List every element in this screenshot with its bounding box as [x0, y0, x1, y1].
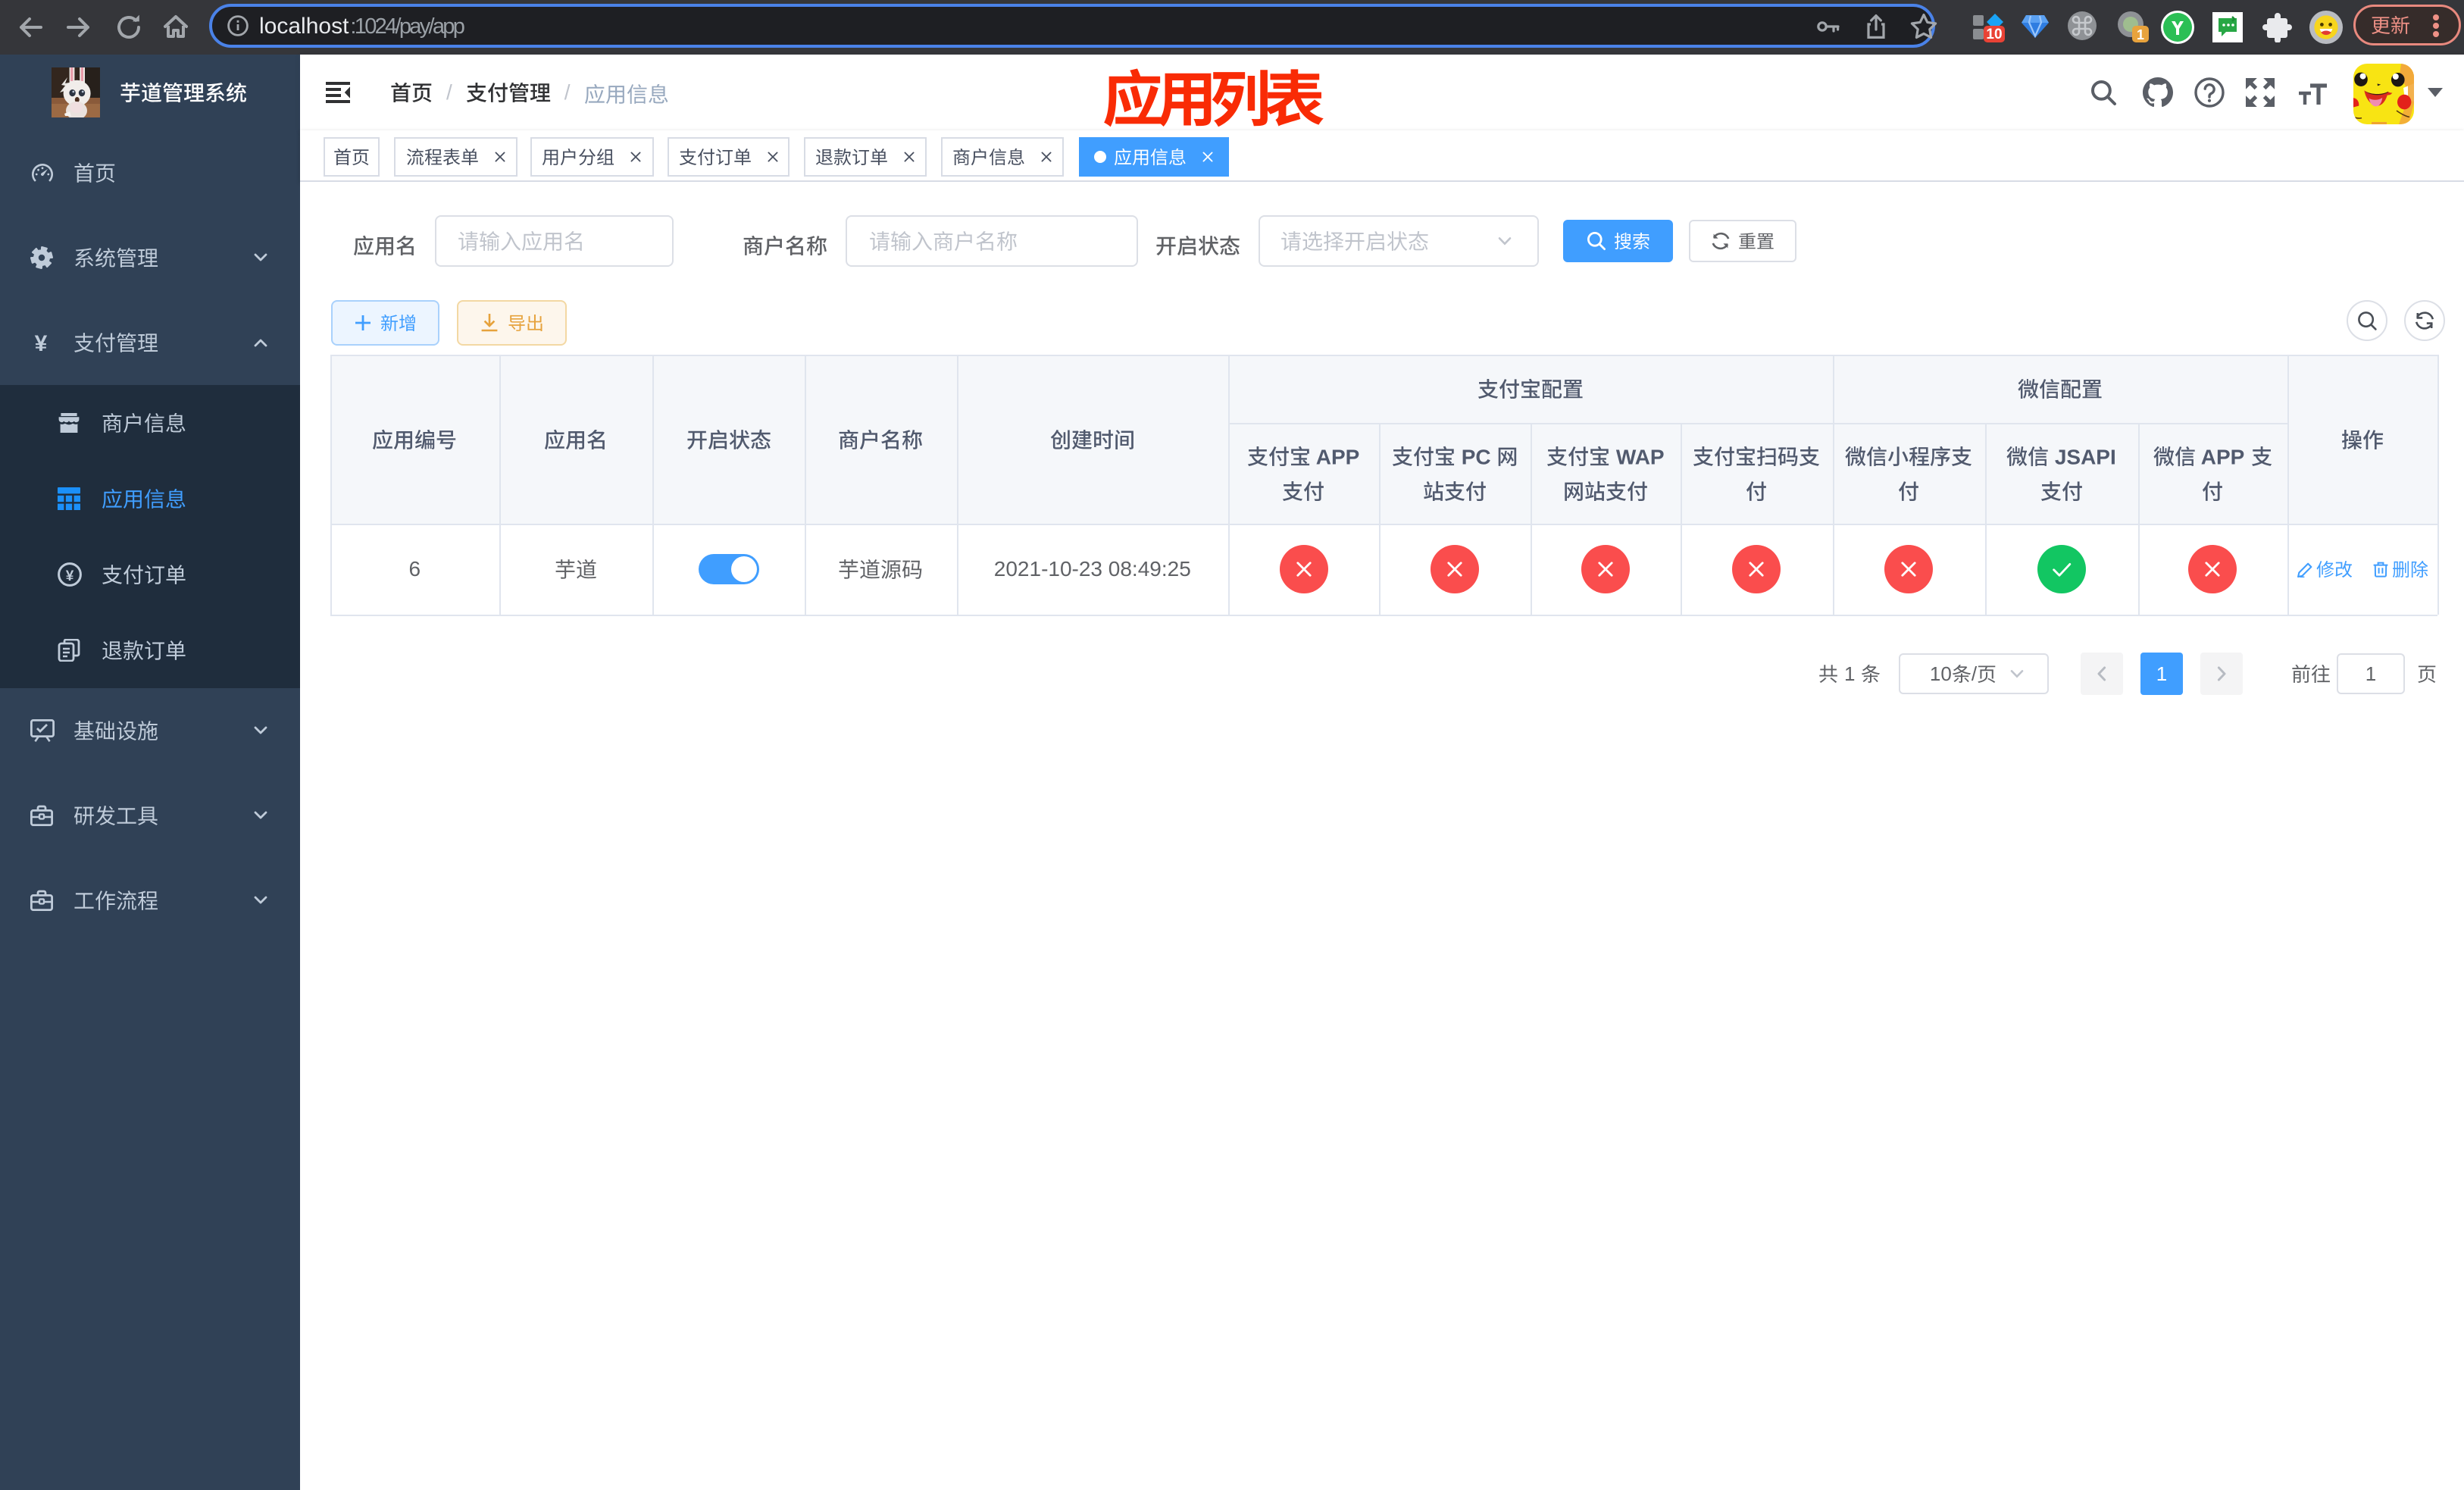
svg-text:¥: ¥ — [66, 568, 74, 584]
svg-text:PC: PC — [1456, 446, 1496, 467]
svg-text:WAP: WAP — [1610, 446, 1665, 467]
svg-text:APP: APP — [1311, 446, 1359, 467]
svg-text:APP: APP — [2196, 446, 2250, 467]
svg-text:JSAPI: JSAPI — [2049, 446, 2116, 467]
svg-text:¥: ¥ — [35, 332, 48, 353]
svg-text:10: 10 — [1986, 27, 2002, 42]
svg-text:1: 1 — [2137, 27, 2144, 42]
